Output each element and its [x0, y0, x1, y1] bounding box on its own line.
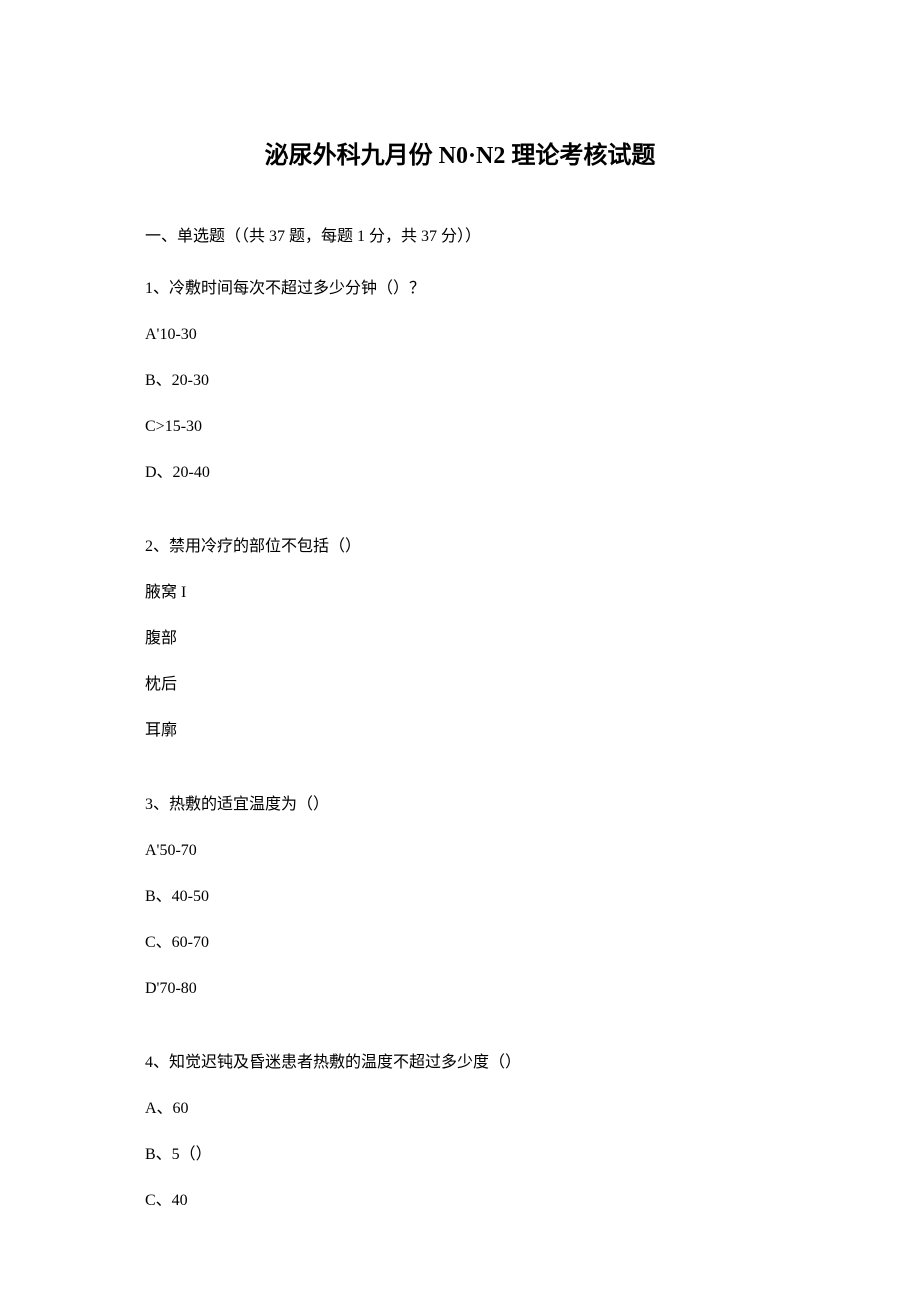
- question-option: A、60: [145, 1097, 775, 1121]
- question-option: B、5（）: [145, 1143, 775, 1167]
- question-stem: 2、禁用冷疗的部位不包括（）: [145, 535, 775, 559]
- question-stem: 3、热敷的适宜温度为（）: [145, 793, 775, 817]
- question-stem: 4、知觉迟钝及昏迷患者热敷的温度不超过多少度（）: [145, 1051, 775, 1075]
- exam-title: 泌尿外科九月份 N0·N2 理论考核试题: [145, 135, 775, 170]
- question-option: 腋窝 I: [145, 581, 775, 605]
- question-option: D、20-40: [145, 461, 775, 485]
- question-option: A'10-30: [145, 323, 775, 347]
- question-option: B、20-30: [145, 369, 775, 393]
- question-option: C>15-30: [145, 415, 775, 439]
- question-option: 枕后: [145, 673, 775, 697]
- question-block: 2、禁用冷疗的部位不包括（） 腋窝 I 腹部 枕后 耳廓: [145, 535, 775, 743]
- question-option: 耳廓: [145, 719, 775, 743]
- question-option: C、40: [145, 1189, 775, 1213]
- section-header: 一、单选题（（共 37 题，每题 1 分，共 37 分））: [145, 225, 775, 249]
- question-block: 3、热敷的适宜温度为（） A'50-70 B、40-50 C、60-70 D'7…: [145, 793, 775, 1001]
- question-option: B、40-50: [145, 885, 775, 909]
- question-option: 腹部: [145, 627, 775, 651]
- question-block: 1、冷敷时间每次不超过多少分钟（）？ A'10-30 B、20-30 C>15-…: [145, 277, 775, 485]
- question-option: A'50-70: [145, 839, 775, 863]
- question-stem: 1、冷敷时间每次不超过多少分钟（）？: [145, 277, 775, 301]
- question-option: C、60-70: [145, 931, 775, 955]
- question-option: D'70-80: [145, 977, 775, 1001]
- question-block: 4、知觉迟钝及昏迷患者热敷的温度不超过多少度（） A、60 B、5（） C、40: [145, 1051, 775, 1213]
